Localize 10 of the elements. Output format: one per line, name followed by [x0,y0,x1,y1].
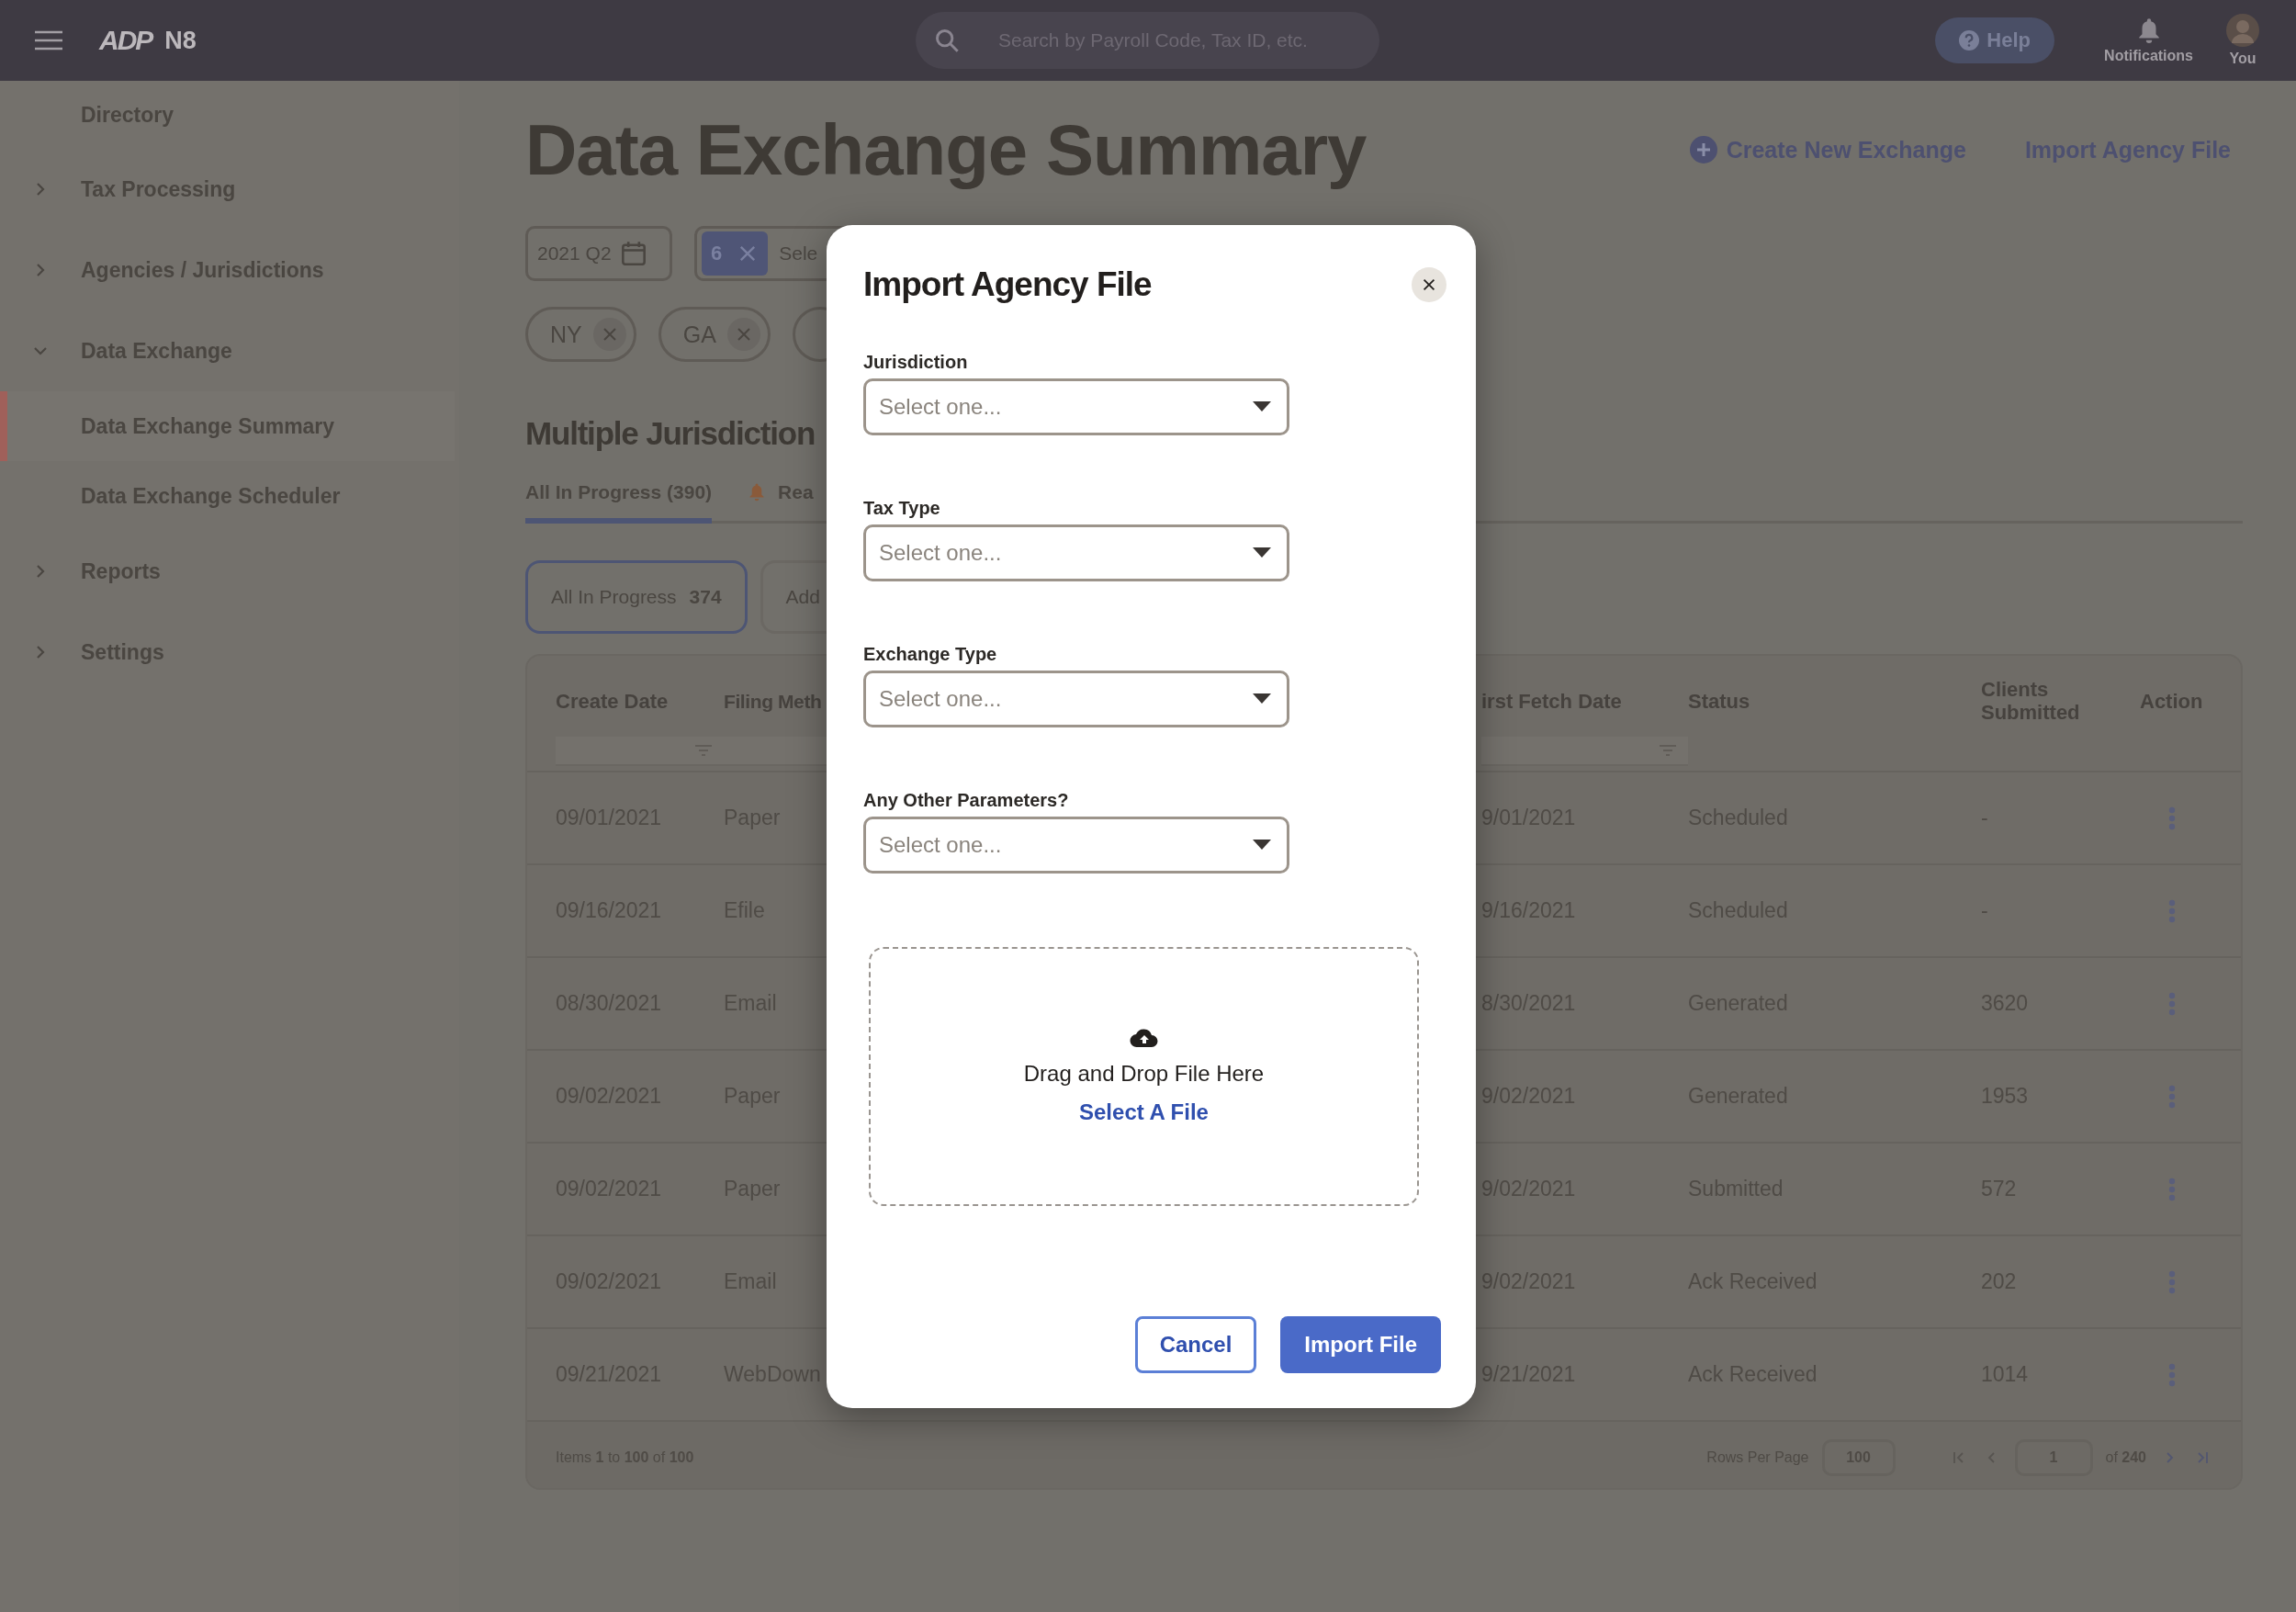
table-cell-text: - [1981,806,1989,830]
field-label: Tax Type [863,498,941,519]
drop-instructions: Drag and Drop File Here [1023,1061,1265,1087]
logo: ADP [99,25,152,56]
field-label: Jurisdiction [863,352,969,373]
field-label: Exchange Type [863,644,998,665]
product-name: N8 [164,26,197,55]
table-cell-text: - [1981,898,1989,923]
field-label: Any Other Parameters? [863,790,1070,811]
dialog-title: Import Agency File [863,265,1152,304]
